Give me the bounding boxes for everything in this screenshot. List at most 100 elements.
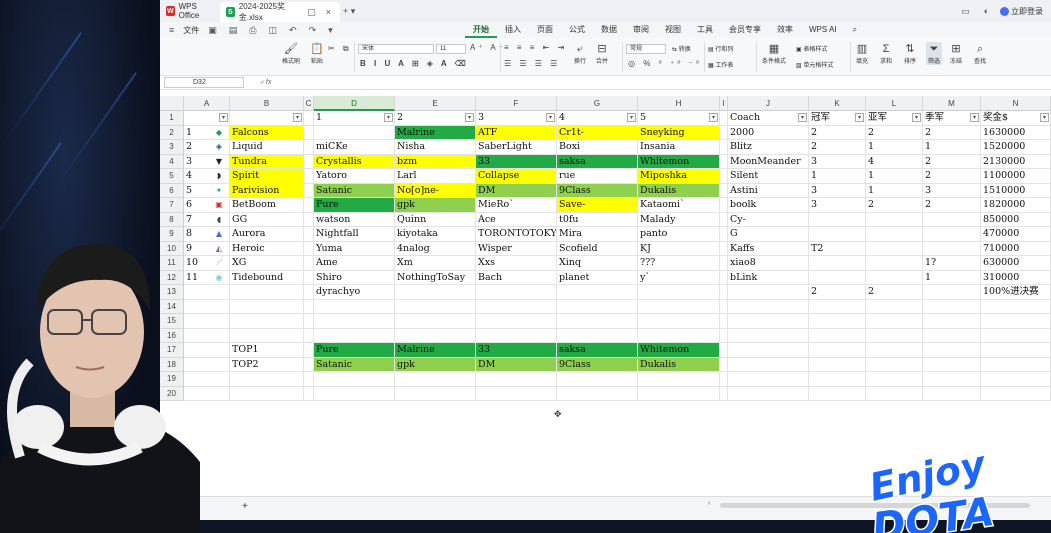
cell-d1[interactable]: 1 ▾ <box>314 111 395 126</box>
cell-m2[interactable]: 2 <box>923 125 981 140</box>
cell-b5[interactable]: Spirit <box>230 169 304 184</box>
cell-l9[interactable] <box>866 227 923 242</box>
cell-n10[interactable]: 710000 <box>981 241 1051 256</box>
cell-b18[interactable]: TOP2 <box>230 357 304 372</box>
menu-home[interactable]: 开始 <box>465 22 497 38</box>
cell-j8[interactable]: Cy- <box>728 212 809 227</box>
grid-cell[interactable] <box>395 386 476 401</box>
grid-cell[interactable] <box>923 386 981 401</box>
find-button[interactable]: ⌕ 查找 <box>974 42 986 65</box>
grid-cell[interactable] <box>981 299 1051 314</box>
cell-f5[interactable]: Collapse <box>476 169 557 184</box>
grid-cell[interactable] <box>720 154 728 169</box>
grid-cell[interactable] <box>476 372 557 387</box>
wrap-button[interactable]: ⤶ 换行 <box>574 42 586 65</box>
cell-n5[interactable]: 1100000 <box>981 169 1051 184</box>
grid-cell[interactable] <box>923 343 981 358</box>
filter-dropdown-icon[interactable]: ▾ <box>293 113 302 122</box>
grid-cell[interactable] <box>720 183 728 198</box>
cell-b1[interactable]: ▾ <box>230 111 304 126</box>
cell-f7[interactable]: MieRo` <box>476 198 557 213</box>
grid-cell[interactable] <box>314 314 395 329</box>
scroll-left-icon[interactable]: ‹ <box>708 500 710 507</box>
filter-button[interactable]: ⏷ 筛选 <box>926 42 943 65</box>
grid-cell[interactable] <box>728 343 809 358</box>
grid-cell[interactable] <box>314 299 395 314</box>
grid-cell[interactable] <box>720 169 728 184</box>
number-format-select[interactable]: 常规 <box>626 44 666 54</box>
cell-k11[interactable] <box>809 256 866 271</box>
cell-g3[interactable]: Boxi <box>557 140 638 155</box>
cell-f18[interactable]: DM <box>476 357 557 372</box>
cell-n3[interactable]: 1520000 <box>981 140 1051 155</box>
column-header-j[interactable]: J <box>728 96 809 111</box>
cell-e11[interactable]: Xm <box>395 256 476 271</box>
cell-h4[interactable]: Whitemon <box>638 154 720 169</box>
grid-cell[interactable] <box>728 386 809 401</box>
grid-cell[interactable] <box>866 372 923 387</box>
grid-cell[interactable] <box>728 314 809 329</box>
cell-f4[interactable]: 33 <box>476 154 557 169</box>
cell-b12[interactable]: Tidebound <box>230 270 304 285</box>
format-painter-button[interactable]: 🖌 格式刷 <box>282 42 300 65</box>
grid-cell[interactable] <box>720 386 728 401</box>
cell-g8[interactable]: t0fu <box>557 212 638 227</box>
cell-d13[interactable]: dyrachyo <box>314 285 395 300</box>
cell-n7[interactable]: 1820000 <box>981 198 1051 213</box>
cell-g9[interactable]: Mira <box>557 227 638 242</box>
grid-cell[interactable] <box>866 328 923 343</box>
grid-cell[interactable] <box>395 299 476 314</box>
filter-dropdown-icon[interactable]: ▾ <box>855 113 864 122</box>
grid-cell[interactable] <box>476 285 557 300</box>
grid-cell[interactable] <box>728 328 809 343</box>
cell-a5[interactable]: 4 ◗ <box>184 169 230 184</box>
row-header-6[interactable]: 6 <box>160 183 184 198</box>
grid-cell[interactable] <box>304 212 314 227</box>
grid-cell[interactable] <box>638 285 720 300</box>
row-header-1[interactable]: 1 <box>160 111 184 126</box>
cell-f9[interactable]: TORONTOTOKYO <box>476 227 557 242</box>
cell-g1[interactable]: 4 ▾ <box>557 111 638 126</box>
grid-cell[interactable] <box>720 241 728 256</box>
cell-l11[interactable] <box>866 256 923 271</box>
cell-k12[interactable] <box>809 270 866 285</box>
cell-f1[interactable]: 3 ▾ <box>476 111 557 126</box>
cell-l8[interactable] <box>866 212 923 227</box>
cell-b3[interactable]: Liquid <box>230 140 304 155</box>
cell-j4[interactable]: MoonMeander <box>728 154 809 169</box>
grid-cell[interactable] <box>923 299 981 314</box>
grid-cell[interactable] <box>728 299 809 314</box>
cell-h11[interactable]: ??? <box>638 256 720 271</box>
cell-b11[interactable]: XG <box>230 256 304 271</box>
grid-cell[interactable] <box>304 285 314 300</box>
align-top-icons[interactable]: ≡ ≡ ≡ ⇤ ⇥ <box>504 43 567 52</box>
column-header-e[interactable]: E <box>395 96 476 111</box>
column-header-k[interactable]: K <box>809 96 866 111</box>
cell-l6[interactable]: 1 <box>866 183 923 198</box>
cell-h7[interactable]: Kataomi` <box>638 198 720 213</box>
grid-cell[interactable] <box>720 357 728 372</box>
grid-cell[interactable] <box>923 328 981 343</box>
add-sheet-icon[interactable]: + <box>242 501 248 512</box>
cell-e3[interactable]: Nisha <box>395 140 476 155</box>
merge-button[interactable]: ⊟ 合并 <box>596 42 608 65</box>
window-icon[interactable]: ▭ <box>958 6 973 17</box>
grid-cell[interactable] <box>304 343 314 358</box>
print-icon[interactable]: ⎙ <box>246 25 259 36</box>
grid-cell[interactable] <box>638 386 720 401</box>
cell-j9[interactable]: G <box>728 227 809 242</box>
cell-a3[interactable]: 2 ◈ <box>184 140 230 155</box>
cell-g17[interactable]: saksa <box>557 343 638 358</box>
cell-d4[interactable]: Crystallis <box>314 154 395 169</box>
freeze-button[interactable]: ⊞ 冻结 <box>950 42 962 65</box>
cell-l10[interactable] <box>866 241 923 256</box>
cell-m6[interactable]: 3 <box>923 183 981 198</box>
cell-m3[interactable]: 1 <box>923 140 981 155</box>
grid-cell[interactable] <box>314 386 395 401</box>
grid-cell[interactable] <box>720 343 728 358</box>
filter-dropdown-icon[interactable]: ▾ <box>384 113 393 122</box>
grid-cell[interactable] <box>809 386 866 401</box>
grid-cell[interactable] <box>720 212 728 227</box>
close-tab-icon[interactable]: × <box>323 7 334 17</box>
grid-cell[interactable] <box>809 314 866 329</box>
